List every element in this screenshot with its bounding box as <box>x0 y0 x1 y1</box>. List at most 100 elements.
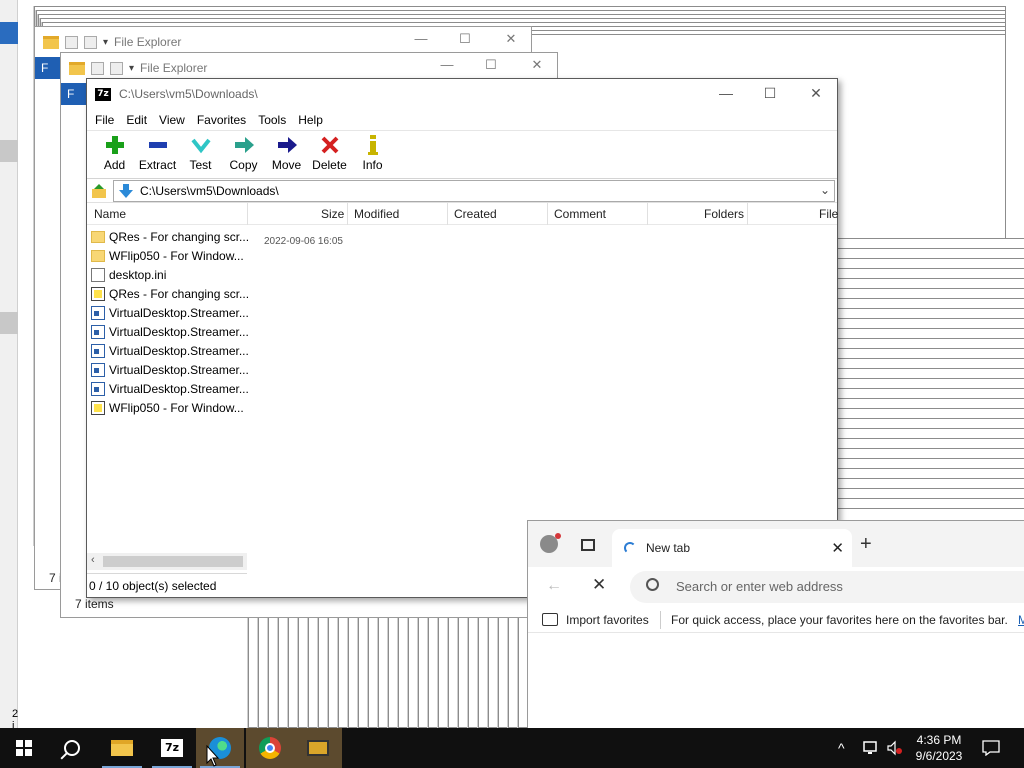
properties-icon[interactable] <box>91 61 104 75</box>
up-folder-icon[interactable] <box>91 183 107 199</box>
properties-icon[interactable] <box>65 35 78 49</box>
file-row[interactable]: VirtualDesktop.Streamer... <box>91 322 249 341</box>
start-button[interactable] <box>0 728 48 768</box>
taskbar-edge[interactable] <box>196 728 244 768</box>
status-text: 7 items <box>75 597 114 611</box>
clock-time: 4:36 PM <box>916 733 962 747</box>
chevron-down-icon[interactable]: ▾ <box>103 37 108 48</box>
folder-icon <box>91 230 105 243</box>
path-combobox[interactable]: C:\Users\vm5\Downloads\ ⌄ <box>113 179 835 202</box>
menu-favorites[interactable]: Favorites <box>191 113 252 127</box>
taskbar-file-explorer[interactable] <box>98 728 146 768</box>
column-separator <box>447 203 448 225</box>
file-name: WFlip050 - For Window... <box>109 248 244 263</box>
application-icon <box>91 305 105 320</box>
address-bar[interactable]: Search or enter web address <box>630 571 1024 603</box>
application-icon <box>91 343 105 358</box>
menu-file[interactable]: File <box>89 113 120 127</box>
network-icon[interactable] <box>862 728 880 768</box>
folder-icon <box>111 740 133 756</box>
column-created[interactable]: Created <box>454 207 497 221</box>
file-row[interactable]: WFlip050 - For Window... <box>91 398 249 417</box>
maximize-button[interactable]: ☐ <box>481 57 501 73</box>
monitor-icon <box>307 740 329 756</box>
menu-tools[interactable]: Tools <box>252 113 292 127</box>
column-name[interactable]: Name <box>94 207 126 221</box>
column-size[interactable]: Size <box>321 207 344 221</box>
minimize-button[interactable]: — <box>437 57 457 72</box>
menu-edit[interactable]: Edit <box>120 113 153 127</box>
file-row[interactable]: VirtualDesktop.Streamer... <box>91 360 249 379</box>
column-comment[interactable]: Comment <box>554 207 606 221</box>
copy-label: Copy <box>229 158 258 172</box>
manage-favorites-link[interactable]: M <box>1018 613 1024 627</box>
info-button[interactable]: Info <box>351 131 394 172</box>
file-ribbon-tab[interactable]: F <box>61 83 87 105</box>
stop-loading-button[interactable]: ✕ <box>592 575 606 595</box>
file-row[interactable]: VirtualDesktop.Streamer... <box>91 303 249 322</box>
chevron-down-icon[interactable]: ⌄ <box>820 183 830 197</box>
settings-file-icon <box>91 267 105 282</box>
close-button[interactable]: ✕ <box>501 31 521 47</box>
file-row[interactable]: VirtualDesktop.Streamer... <box>91 341 249 360</box>
tab-actions-icon[interactable] <box>581 539 595 551</box>
file-row[interactable]: QRes - For changing scr... <box>91 284 249 303</box>
menu-help[interactable]: Help <box>292 113 329 127</box>
copy-button[interactable]: Copy <box>222 131 265 172</box>
new-folder-icon[interactable] <box>84 35 97 49</box>
search-button[interactable] <box>48 728 96 768</box>
copy-icon <box>234 137 254 153</box>
close-button[interactable]: ✕ <box>801 85 831 102</box>
notifications-button[interactable] <box>982 728 1000 768</box>
scroll-left-icon[interactable]: ‹ <box>91 554 95 566</box>
tab-title: New tab <box>646 541 691 555</box>
maximize-button[interactable]: ☐ <box>755 85 785 102</box>
strip-ribbon <box>0 22 18 44</box>
back-button[interactable]: ← <box>546 577 562 595</box>
move-button[interactable]: Move <box>265 131 308 172</box>
delete-label: Delete <box>312 158 347 172</box>
tab-new-tab[interactable]: New tab ✕ <box>612 529 852 567</box>
close-button[interactable]: ✕ <box>527 57 547 73</box>
file-row[interactable]: WFlip050 - For Window... <box>91 246 249 265</box>
minimize-button[interactable]: — <box>411 31 431 46</box>
taskbar-screen-app[interactable] <box>294 728 342 768</box>
column-folders[interactable]: Folders <box>704 207 744 221</box>
column-file[interactable]: File <box>819 207 838 221</box>
edge-window[interactable]: New tab ✕ + ← ✕ Search or enter web addr… <box>527 520 1024 728</box>
search-icon <box>646 578 659 591</box>
clock[interactable]: 4:36 PM 9/6/2023 <box>904 732 974 764</box>
file-name: VirtualDesktop.Streamer... <box>109 305 249 320</box>
test-button[interactable]: Test <box>179 131 222 172</box>
show-hidden-icons-button[interactable]: ^ <box>838 728 854 768</box>
volume-muted-icon[interactable] <box>886 728 904 768</box>
taskbar-chrome[interactable] <box>246 728 294 768</box>
taskbar-7zip[interactable]: 7z <box>148 728 196 768</box>
maximize-button[interactable]: ☐ <box>455 31 475 47</box>
delete-button[interactable]: Delete <box>308 131 351 172</box>
navigation-bar: ← ✕ Search or enter web address <box>528 567 1024 607</box>
file-row[interactable]: VirtualDesktop.Streamer... <box>91 379 249 398</box>
file-row[interactable]: desktop.ini <box>91 265 249 284</box>
add-button[interactable]: Add <box>93 131 136 172</box>
horizontal-scrollbar[interactable]: ‹ <box>87 553 247 570</box>
folder-icon <box>91 249 105 262</box>
new-tab-button[interactable]: + <box>860 533 872 556</box>
import-favorites-button[interactable]: Import favorites <box>566 613 649 627</box>
file-ribbon-tab[interactable]: F <box>35 57 61 79</box>
toolbar: Add Extract Test Copy Move Delete Info <box>87 131 837 179</box>
favorites-hint: For quick access, place your favorites h… <box>671 613 1008 627</box>
menu-view[interactable]: View <box>153 113 191 127</box>
file-name: VirtualDesktop.Streamer... <box>109 381 249 396</box>
path-text: C:\Users\vm5\Downloads\ <box>140 183 279 198</box>
minimize-button[interactable]: — <box>711 85 741 101</box>
chevron-down-icon[interactable]: ▾ <box>129 63 134 74</box>
new-folder-icon[interactable] <box>110 61 123 75</box>
file-row[interactable]: QRes - For changing scr... <box>91 227 249 246</box>
scroll-thumb[interactable] <box>103 556 243 567</box>
strip-selection <box>0 312 18 334</box>
extract-button[interactable]: Extract <box>136 131 179 172</box>
column-modified[interactable]: Modified <box>354 207 399 221</box>
close-tab-icon[interactable]: ✕ <box>831 539 844 557</box>
favorites-bar: Import favorites For quick access, place… <box>528 607 1024 633</box>
